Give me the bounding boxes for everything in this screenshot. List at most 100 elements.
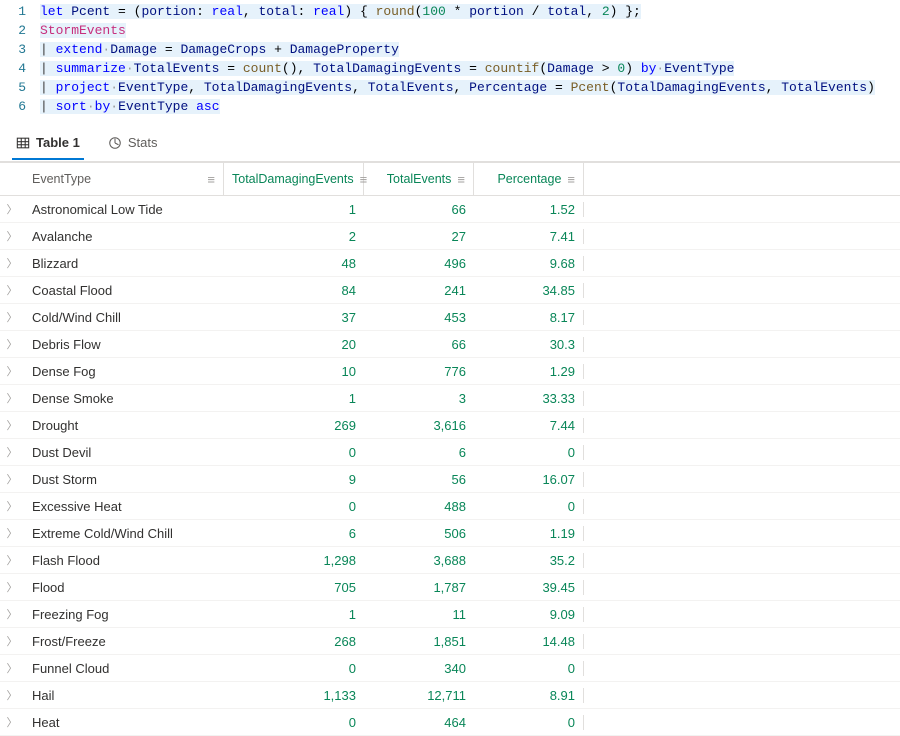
table-row[interactable]: 〉Dust Devil060 bbox=[0, 439, 900, 466]
cell-percentage: 39.45 bbox=[474, 580, 584, 595]
expand-row-icon[interactable]: 〉 bbox=[0, 336, 24, 352]
menu-icon[interactable]: ≡ bbox=[207, 173, 215, 186]
table-row[interactable]: 〉Cold/Wind Chill374538.17 bbox=[0, 304, 900, 331]
tab-stats-label: Stats bbox=[128, 135, 158, 150]
expand-row-icon[interactable]: 〉 bbox=[0, 417, 24, 433]
cell-percentage: 30.3 bbox=[474, 337, 584, 352]
table-row[interactable]: 〉Debris Flow206630.3 bbox=[0, 331, 900, 358]
expand-row-icon[interactable]: 〉 bbox=[0, 606, 24, 622]
table-row[interactable]: 〉Blizzard484969.68 bbox=[0, 250, 900, 277]
expand-row-icon[interactable]: 〉 bbox=[0, 201, 24, 217]
cell-totaldamaging: 0 bbox=[224, 661, 364, 676]
cell-totalevents: 56 bbox=[364, 472, 474, 487]
cell-eventtype: Blizzard bbox=[24, 256, 224, 271]
table-row[interactable]: 〉Heat04640 bbox=[0, 709, 900, 736]
expand-row-icon[interactable]: 〉 bbox=[0, 471, 24, 487]
cell-eventtype: Extreme Cold/Wind Chill bbox=[24, 526, 224, 541]
col-header-percentage[interactable]: Percentage ≡ bbox=[474, 163, 584, 195]
cell-percentage: 9.09 bbox=[474, 607, 584, 622]
cell-eventtype: Cold/Wind Chill bbox=[24, 310, 224, 325]
cell-totalevents: 1,787 bbox=[364, 580, 474, 595]
cell-eventtype: Coastal Flood bbox=[24, 283, 224, 298]
cell-totaldamaging: 0 bbox=[224, 445, 364, 460]
table-row[interactable]: 〉Hail1,13312,7118.91 bbox=[0, 682, 900, 709]
expand-row-icon[interactable]: 〉 bbox=[0, 660, 24, 676]
expand-row-icon[interactable]: 〉 bbox=[0, 255, 24, 271]
cell-totaldamaging: 0 bbox=[224, 715, 364, 730]
col-header-totaldamaging[interactable]: TotalDamagingEvents ≡ bbox=[224, 163, 364, 195]
cell-eventtype: Drought bbox=[24, 418, 224, 433]
cell-totaldamaging: 2 bbox=[224, 229, 364, 244]
table-row[interactable]: 〉Frost/Freeze2681,85114.48 bbox=[0, 628, 900, 655]
table-row[interactable]: 〉Flash Flood1,2983,68835.2 bbox=[0, 547, 900, 574]
cell-totaldamaging: 0 bbox=[224, 499, 364, 514]
tab-stats[interactable]: Stats bbox=[104, 127, 162, 160]
cell-percentage: 0 bbox=[474, 499, 584, 514]
table-row[interactable]: 〉Dust Storm95616.07 bbox=[0, 466, 900, 493]
cell-percentage: 0 bbox=[474, 661, 584, 676]
expand-row-icon[interactable]: 〉 bbox=[0, 282, 24, 298]
cell-totalevents: 66 bbox=[364, 337, 474, 352]
expand-row-icon[interactable]: 〉 bbox=[0, 363, 24, 379]
cell-percentage: 33.33 bbox=[474, 391, 584, 406]
cell-percentage: 1.19 bbox=[474, 526, 584, 541]
cell-eventtype: Hail bbox=[24, 688, 224, 703]
code-editor[interactable]: 1let Pcent = (portion: real, total: real… bbox=[0, 0, 900, 122]
cell-percentage: 7.44 bbox=[474, 418, 584, 433]
expand-row-icon[interactable]: 〉 bbox=[0, 444, 24, 460]
cell-totaldamaging: 10 bbox=[224, 364, 364, 379]
cell-totalevents: 776 bbox=[364, 364, 474, 379]
table-row[interactable]: 〉Excessive Heat04880 bbox=[0, 493, 900, 520]
expand-row-icon[interactable]: 〉 bbox=[0, 498, 24, 514]
cell-totalevents: 496 bbox=[364, 256, 474, 271]
table-row[interactable]: 〉Funnel Cloud03400 bbox=[0, 655, 900, 682]
col-header-eventtype[interactable]: EventType ≡ bbox=[24, 163, 224, 195]
expand-row-icon[interactable]: 〉 bbox=[0, 228, 24, 244]
expand-row-icon[interactable]: 〉 bbox=[0, 525, 24, 541]
col-header-label: EventType bbox=[32, 172, 201, 186]
table-row[interactable]: 〉Astronomical Low Tide1661.52 bbox=[0, 196, 900, 223]
expand-row-icon[interactable]: 〉 bbox=[0, 687, 24, 703]
menu-icon[interactable]: ≡ bbox=[567, 173, 575, 186]
cell-totalevents: 27 bbox=[364, 229, 474, 244]
cell-percentage: 0 bbox=[474, 715, 584, 730]
cell-percentage: 1.29 bbox=[474, 364, 584, 379]
cell-totaldamaging: 48 bbox=[224, 256, 364, 271]
cell-eventtype: Flash Flood bbox=[24, 553, 224, 568]
expand-row-icon[interactable]: 〉 bbox=[0, 714, 24, 730]
cell-totalevents: 3,688 bbox=[364, 553, 474, 568]
table-row[interactable]: 〉Dense Fog107761.29 bbox=[0, 358, 900, 385]
expand-row-icon[interactable]: 〉 bbox=[0, 579, 24, 595]
expand-row-icon[interactable]: 〉 bbox=[0, 390, 24, 406]
col-header-totalevents[interactable]: TotalEvents ≡ bbox=[364, 163, 474, 195]
cell-totaldamaging: 705 bbox=[224, 580, 364, 595]
table-row[interactable]: 〉Coastal Flood8424134.85 bbox=[0, 277, 900, 304]
cell-totaldamaging: 1 bbox=[224, 607, 364, 622]
cell-totalevents: 506 bbox=[364, 526, 474, 541]
cell-totaldamaging: 269 bbox=[224, 418, 364, 433]
cell-percentage: 14.48 bbox=[474, 634, 584, 649]
expand-row-icon[interactable]: 〉 bbox=[0, 633, 24, 649]
menu-icon[interactable]: ≡ bbox=[457, 173, 465, 186]
cell-percentage: 35.2 bbox=[474, 553, 584, 568]
cell-eventtype: Dust Storm bbox=[24, 472, 224, 487]
cell-totalevents: 453 bbox=[364, 310, 474, 325]
table-row[interactable]: 〉Freezing Fog1119.09 bbox=[0, 601, 900, 628]
tab-table[interactable]: Table 1 bbox=[12, 127, 84, 160]
cell-totalevents: 6 bbox=[364, 445, 474, 460]
expand-row-icon[interactable]: 〉 bbox=[0, 309, 24, 325]
table-row[interactable]: 〉Extreme Cold/Wind Chill65061.19 bbox=[0, 520, 900, 547]
cell-eventtype: Avalanche bbox=[24, 229, 224, 244]
cell-percentage: 7.41 bbox=[474, 229, 584, 244]
table-row[interactable]: 〉Drought2693,6167.44 bbox=[0, 412, 900, 439]
expand-row-icon[interactable]: 〉 bbox=[0, 552, 24, 568]
cell-percentage: 16.07 bbox=[474, 472, 584, 487]
cell-totaldamaging: 84 bbox=[224, 283, 364, 298]
stats-icon bbox=[108, 136, 122, 150]
table-row[interactable]: 〉Flood7051,78739.45 bbox=[0, 574, 900, 601]
cell-percentage: 9.68 bbox=[474, 256, 584, 271]
cell-eventtype: Flood bbox=[24, 580, 224, 595]
table-row[interactable]: 〉Dense Smoke1333.33 bbox=[0, 385, 900, 412]
table-row[interactable]: 〉Avalanche2277.41 bbox=[0, 223, 900, 250]
cell-totalevents: 11 bbox=[364, 607, 474, 622]
